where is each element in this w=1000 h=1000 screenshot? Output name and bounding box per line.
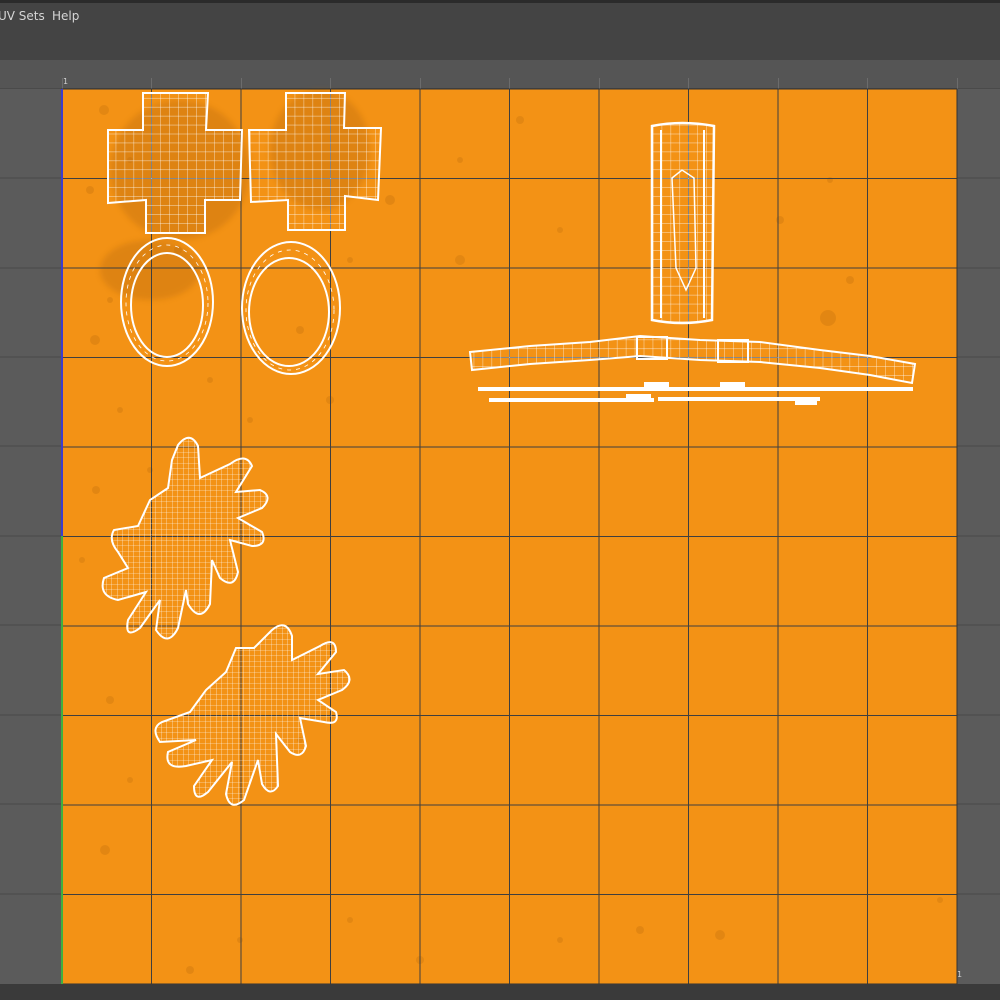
strip-shell-2-tab	[626, 394, 651, 400]
bottom-bar	[0, 984, 1000, 1000]
strip-shell-1-tab	[644, 382, 669, 388]
strip-shell-3-tab	[795, 398, 817, 405]
strip-shell-1	[478, 387, 913, 391]
ruler-end-label: 1	[957, 970, 963, 979]
boot-shaft-shell[interactable]	[650, 121, 716, 325]
uv-canvas[interactable]	[0, 0, 1000, 1000]
strip-shell-1-tab	[720, 382, 745, 388]
